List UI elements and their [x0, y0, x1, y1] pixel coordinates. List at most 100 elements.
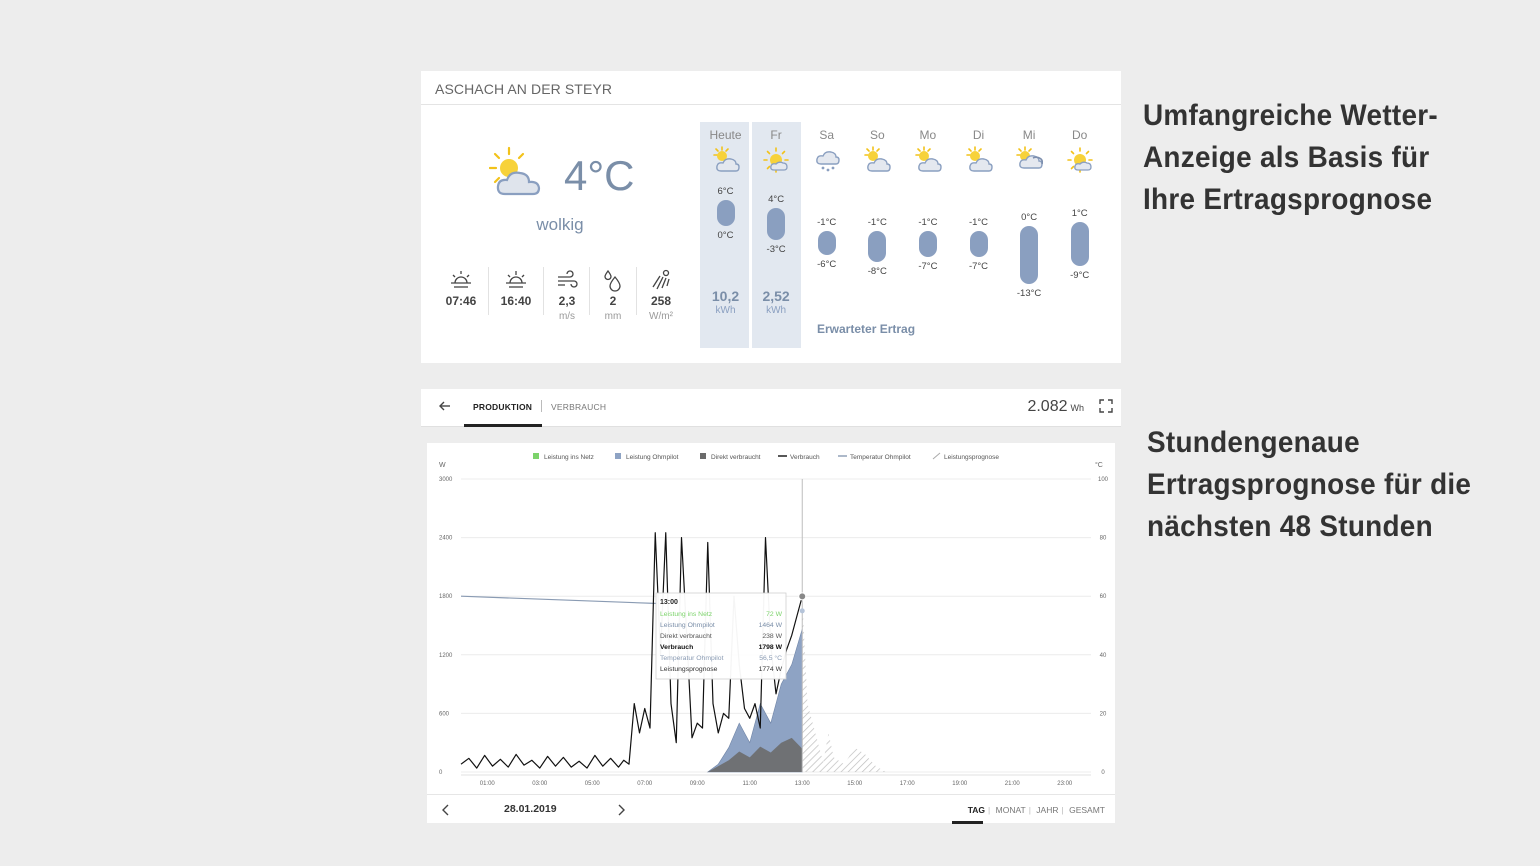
temp-range-bar: [1070, 221, 1089, 267]
tooltip-label: Leistung ins Netz: [660, 611, 713, 618]
fullscreen-icon[interactable]: [1098, 398, 1114, 414]
series-temperatur-ohmpilot: [460, 595, 658, 605]
temp-max: 4°C: [768, 194, 785, 206]
x-tick: 07:00: [637, 781, 653, 787]
forecast-strip: Heute 6°C 0°C 10,2 kWh Fr 4°C -3°C 2,52 kWh Sa -1°C…: [700, 106, 1121, 363]
expected-yield-label: Erwarteter Ertrag: [817, 322, 916, 336]
series-leistungsprognose: [802, 598, 887, 772]
divider: [488, 267, 489, 315]
day-name: So: [869, 128, 885, 142]
next-date-icon[interactable]: [614, 803, 628, 817]
current-weather: 4°C wolkig 07:46 16:40 2,3 m/s 2 mm 258: [421, 106, 699, 363]
y-tick-right: 100: [1098, 477, 1109, 483]
solar-radiation-icon: [652, 269, 670, 290]
forecast-day-sa[interactable]: Sa -1°C -6°C: [802, 128, 852, 270]
temp-max: -1°C: [817, 216, 837, 228]
sunset-icon: [506, 271, 526, 288]
energy-chart[interactable]: Leistung ins Netz Leistung Ohmpilot Direkt…: [427, 443, 1115, 794]
forecast-day-so[interactable]: So -1°C -8°C: [852, 128, 902, 277]
previous-date-icon[interactable]: [439, 803, 453, 817]
temp-max: 0°C: [1021, 212, 1038, 224]
legend-label: Leistungsprognose: [944, 454, 999, 461]
y-tick-right: 60: [1100, 594, 1107, 600]
tab-divider: [541, 400, 542, 412]
temp-max: 6°C: [717, 185, 734, 197]
day-name: Do: [1072, 128, 1088, 142]
sun-cloud-icon: [915, 146, 942, 172]
tooltip-value: 238 W: [762, 633, 782, 640]
tooltip-value: 56,5 °C: [759, 654, 782, 662]
x-tick: 01:00: [480, 781, 496, 787]
temp-min: -13°C: [1016, 288, 1042, 299]
temp-max: -1°C: [918, 216, 938, 228]
total-energy: 2.082 Wh: [1027, 398, 1084, 415]
legend-swatch: [700, 453, 706, 459]
forecast-day-di[interactable]: Di -1°C -7°C: [954, 128, 1004, 272]
temp-range-bar: [817, 230, 836, 255]
x-tick: 03:00: [532, 781, 548, 787]
y-tick-left: 2400: [439, 536, 453, 542]
active-period-indicator: [952, 821, 983, 824]
sunset-stat: 16:40: [491, 268, 541, 311]
period-total[interactable]: GESAMT: [1066, 805, 1108, 815]
tab-consumption[interactable]: VERBRAUCH: [551, 402, 606, 412]
y-tick-left: 1800: [439, 594, 453, 600]
weather-description: wolkig: [536, 215, 584, 234]
y-tick-right: 80: [1100, 536, 1107, 542]
tooltip-value: 1798 W: [759, 644, 783, 651]
x-tick: 09:00: [690, 781, 706, 787]
legend-swatch: [932, 452, 941, 460]
day-yield: 2,52 kWh: [762, 288, 790, 316]
forecast-day-do[interactable]: Do 1°C -9°C: [1055, 128, 1105, 281]
legend-label: Verbrauch: [790, 454, 820, 461]
selected-date[interactable]: 28.01.2019: [504, 803, 557, 815]
tooltip-label: Temperatur Ohmpilot: [660, 655, 724, 662]
sun-cloud-icon: [489, 146, 541, 196]
period-month[interactable]: MONAT: [993, 805, 1029, 815]
radiation-stat: 258 W/m²: [636, 268, 686, 322]
forecast-day-fr[interactable]: Fr 4°C -3°C 2,52 kWh: [751, 128, 801, 316]
y-tick-left: 1200: [439, 653, 453, 659]
raindrops-icon: [604, 269, 621, 292]
day-name: Fr: [770, 128, 782, 142]
forecast-day-mi[interactable]: Mi 0°C -13°C: [1004, 128, 1054, 299]
temp-range-bar: [918, 230, 937, 258]
temp-max: 1°C: [1071, 207, 1088, 219]
x-tick: 13:00: [795, 781, 811, 787]
sun-icon: [763, 147, 789, 173]
temp-max: -1°C: [867, 216, 887, 228]
day-name: Heute: [709, 128, 742, 142]
y-tick-left: 0: [439, 770, 443, 776]
period-selector: TAG | MONAT | JAHR | GESAMT: [965, 805, 1108, 815]
chart-header: PRODUKTION VERBRAUCH 2.082 Wh: [421, 389, 1121, 427]
sun-cloud-icon: [864, 146, 891, 172]
x-tick: 15:00: [847, 781, 863, 787]
tab-production[interactable]: PRODUKTION: [473, 402, 532, 412]
forecast-day-heute[interactable]: Heute 6°C 0°C 10,2 kWh: [701, 128, 751, 316]
legend-label: Temperatur Ohmpilot: [850, 454, 911, 461]
caption-weather: Umfangreiche Wetter- Anzeige als Basis f…: [1143, 99, 1438, 216]
day-yield: 10,2 kWh: [711, 288, 740, 316]
x-tick: 21:00: [1005, 781, 1021, 787]
tooltip-value: 72 W: [766, 611, 782, 618]
sunrise-icon: [451, 271, 471, 288]
precipitation-stat: 2 mm: [588, 268, 638, 322]
legend-label: Leistung Ohmpilot: [626, 454, 679, 461]
period-year[interactable]: JAHR: [1033, 805, 1061, 815]
x-tick: 17:00: [900, 781, 916, 787]
y-tick-right: 20: [1100, 711, 1107, 717]
legend-swatch: [533, 453, 539, 459]
x-tick: 05:00: [585, 781, 601, 787]
day-name: Mi: [1022, 128, 1036, 142]
weather-card: ASCHACH AN DER STEYR 4°C wolkig 07:46 16…: [421, 71, 1121, 363]
forecast-day-mo[interactable]: Mo -1°C -7°C: [903, 128, 953, 272]
day-name: Mo: [919, 128, 937, 142]
period-tag[interactable]: TAG: [965, 805, 988, 815]
wind-icon: [558, 270, 578, 288]
temp-max: -1°C: [968, 216, 989, 228]
sun-cloud-icon: [965, 146, 993, 172]
back-arrow-icon[interactable]: [437, 398, 453, 414]
legend-label: Direkt verbraucht: [711, 454, 761, 461]
snow-cloud-icon: [815, 151, 840, 172]
temp-range-bar: [716, 199, 735, 227]
